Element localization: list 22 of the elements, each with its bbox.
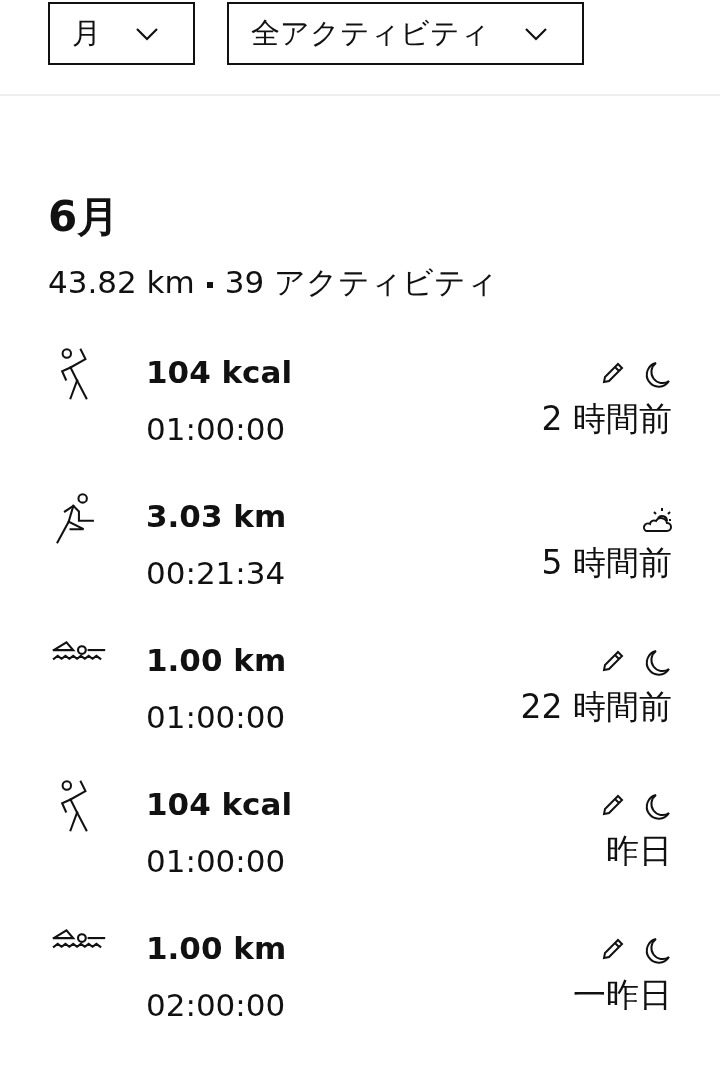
activity-value: 3.03 km [146, 497, 288, 536]
activity-value: 104 kcal [146, 785, 294, 824]
activity-count: 39 アクティビティ [224, 263, 499, 302]
activity-duration: 01:00:00 [146, 410, 287, 449]
activity-time: 昨日 [606, 831, 672, 871]
activity-time: 22 時間前 [520, 687, 672, 727]
activity-duration: 01:00:00 [146, 842, 287, 881]
activity-duration: 00:21:34 [146, 554, 287, 593]
activity-value: 1.00 km [146, 641, 288, 680]
activity-value: 104 kcal [146, 353, 294, 392]
distance-total: 43.82 km [48, 263, 195, 302]
filter-dropdown[interactable]: 全アクティビティ [227, 2, 584, 65]
activity-duration: 01:00:00 [146, 698, 287, 737]
chevron-down-icon [524, 26, 548, 41]
activity-time: 5 時間前 [541, 543, 672, 583]
month-title: 6月 [48, 192, 121, 242]
activity-time: 2 時間前 [541, 399, 672, 439]
chevron-down-icon [135, 26, 159, 41]
filter-dropdown[interactable]: 月 [48, 2, 195, 65]
activity-value: 1.00 km [146, 929, 288, 968]
activity-time: 一昨日 [573, 975, 672, 1015]
activity-duration: 02:00:00 [146, 986, 287, 1025]
